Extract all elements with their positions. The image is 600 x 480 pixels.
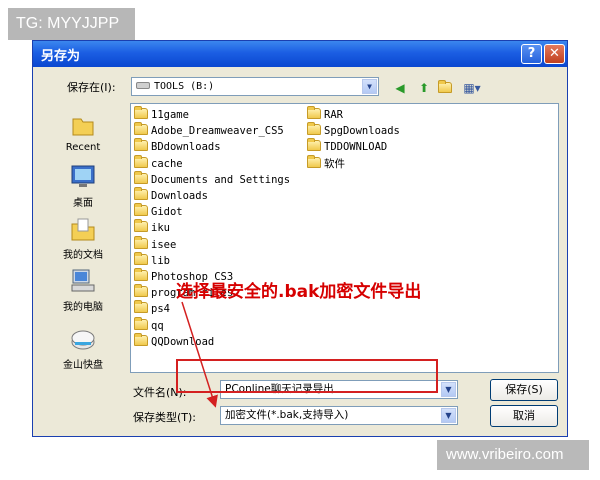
annotation-text: 选择最安全的.bak加密文件导出 bbox=[176, 282, 422, 302]
drive-icon bbox=[136, 82, 150, 89]
chevron-down-icon[interactable]: ▼ bbox=[441, 408, 456, 423]
folder-icon bbox=[134, 170, 148, 184]
folder-item[interactable]: Gidot bbox=[134, 203, 183, 220]
save-in-dropdown[interactable]: TOOLS (B:) ▼ bbox=[131, 77, 379, 96]
folder-icon bbox=[134, 122, 148, 136]
folder-name: Documents and Settings bbox=[151, 173, 291, 186]
folder-item[interactable]: 软件 bbox=[307, 154, 345, 172]
folder-name: SpgDownloads bbox=[324, 125, 400, 138]
folder-item[interactable]: QQDownload bbox=[134, 332, 215, 350]
folder-item[interactable]: 11game bbox=[134, 106, 189, 123]
kuaipan-icon bbox=[71, 330, 95, 350]
folder-icon bbox=[134, 235, 148, 249]
folder-icon bbox=[134, 332, 148, 346]
place-my-documents[interactable]: 我的文档 bbox=[41, 215, 125, 261]
folder-name: qq bbox=[151, 319, 164, 332]
folder-icon bbox=[134, 154, 148, 168]
save-in-label: 保存在(I): bbox=[67, 81, 116, 94]
folder-name: RAR bbox=[324, 109, 343, 121]
folder-name: 11game bbox=[151, 109, 189, 121]
cancel-button[interactable]: 取消 bbox=[490, 405, 558, 427]
chevron-down-icon[interactable]: ▼ bbox=[441, 382, 456, 397]
place-desktop[interactable]: 桌面 bbox=[41, 163, 125, 209]
folder-item[interactable]: ps4 bbox=[134, 300, 170, 317]
file-list[interactable]: 11game Adobe_Dreamweaver_CS5 BDdownloads ca… bbox=[130, 103, 559, 373]
folder-name: BDdownloads bbox=[151, 141, 221, 154]
folder-item[interactable]: cache bbox=[134, 154, 183, 172]
recent-icon bbox=[72, 118, 94, 136]
watermark-top-left: TG: MYYJJPP bbox=[8, 8, 135, 40]
title-bar[interactable]: 另存为 ? ✕ bbox=[33, 41, 567, 67]
folder-icon bbox=[134, 187, 148, 200]
folder-item[interactable]: Documents and Settings bbox=[134, 170, 291, 188]
my-documents-icon bbox=[71, 218, 95, 241]
folder-icon bbox=[307, 138, 321, 152]
view-menu-icon[interactable]: ▦▾ bbox=[461, 79, 483, 97]
folder-icon bbox=[134, 284, 148, 298]
desktop-icon bbox=[71, 165, 95, 187]
folder-icon bbox=[307, 154, 321, 168]
folder-icon bbox=[134, 316, 148, 330]
dialog-title: 另存为 bbox=[41, 49, 81, 64]
folder-name: TDDOWNLOAD bbox=[324, 141, 388, 154]
folder-item[interactable]: qq bbox=[134, 316, 164, 334]
folder-item[interactable]: BDdownloads bbox=[134, 138, 221, 155]
filetype-dropdown[interactable]: 加密文件(*.bak,支持导入) ▼ bbox=[220, 406, 458, 425]
folder-name: ps4 bbox=[151, 303, 170, 316]
folder-icon bbox=[134, 300, 148, 314]
folder-icon bbox=[134, 106, 148, 119]
save-button[interactable]: 保存(S) bbox=[490, 379, 558, 401]
folder-name: isee bbox=[151, 238, 177, 251]
up-folder-icon[interactable]: ⬆ bbox=[415, 79, 433, 97]
folder-item[interactable]: isee bbox=[134, 235, 177, 253]
folder-item[interactable]: RAR bbox=[307, 106, 343, 123]
back-icon[interactable]: ◀ bbox=[391, 79, 409, 97]
folder-name: Adobe_Dreamweaver_CS5 bbox=[151, 125, 284, 138]
place-my-computer[interactable]: 我的电脑 bbox=[41, 267, 125, 313]
close-button[interactable]: ✕ bbox=[544, 44, 565, 64]
folder-icon bbox=[307, 122, 321, 136]
places-bar: Recent 桌面 我的文档 我的电脑 金山快盘 bbox=[41, 103, 125, 405]
folder-icon bbox=[134, 138, 148, 152]
place-kuaipan[interactable]: 金山快盘 bbox=[41, 325, 125, 371]
new-folder-icon[interactable] bbox=[437, 79, 455, 97]
folder-item[interactable]: Adobe_Dreamweaver_CS5 bbox=[134, 122, 284, 139]
folder-icon bbox=[134, 203, 148, 217]
folder-icon bbox=[134, 268, 148, 281]
folder-icon bbox=[134, 219, 148, 233]
folder-item[interactable]: TDDOWNLOAD bbox=[307, 138, 388, 155]
folder-name: QQDownload bbox=[151, 335, 215, 348]
folder-item[interactable]: Downloads bbox=[134, 187, 208, 204]
chevron-down-icon[interactable]: ▼ bbox=[362, 79, 377, 94]
save-in-value: TOOLS (B:) bbox=[154, 81, 215, 92]
folder-item[interactable]: iku bbox=[134, 219, 170, 236]
folder-item[interactable]: SpgDownloads bbox=[307, 122, 400, 139]
folder-item[interactable]: lib bbox=[134, 251, 170, 269]
help-button[interactable]: ? bbox=[521, 44, 542, 64]
place-recent[interactable]: Recent bbox=[41, 111, 125, 153]
highlight-box bbox=[176, 359, 438, 393]
folder-name: Downloads bbox=[151, 190, 208, 202]
folder-name: Gidot bbox=[151, 206, 183, 219]
watermark-bottom-right: www.vribeiro.com bbox=[437, 440, 589, 470]
my-computer-icon bbox=[71, 269, 95, 292]
folder-name: lib bbox=[151, 254, 170, 267]
folder-name: 软件 bbox=[324, 157, 345, 170]
folder-icon bbox=[307, 106, 321, 119]
folder-icon bbox=[134, 251, 148, 265]
folder-name: iku bbox=[151, 222, 170, 235]
folder-name: cache bbox=[151, 157, 183, 170]
filetype-label: 保存类型(T): bbox=[133, 411, 197, 424]
